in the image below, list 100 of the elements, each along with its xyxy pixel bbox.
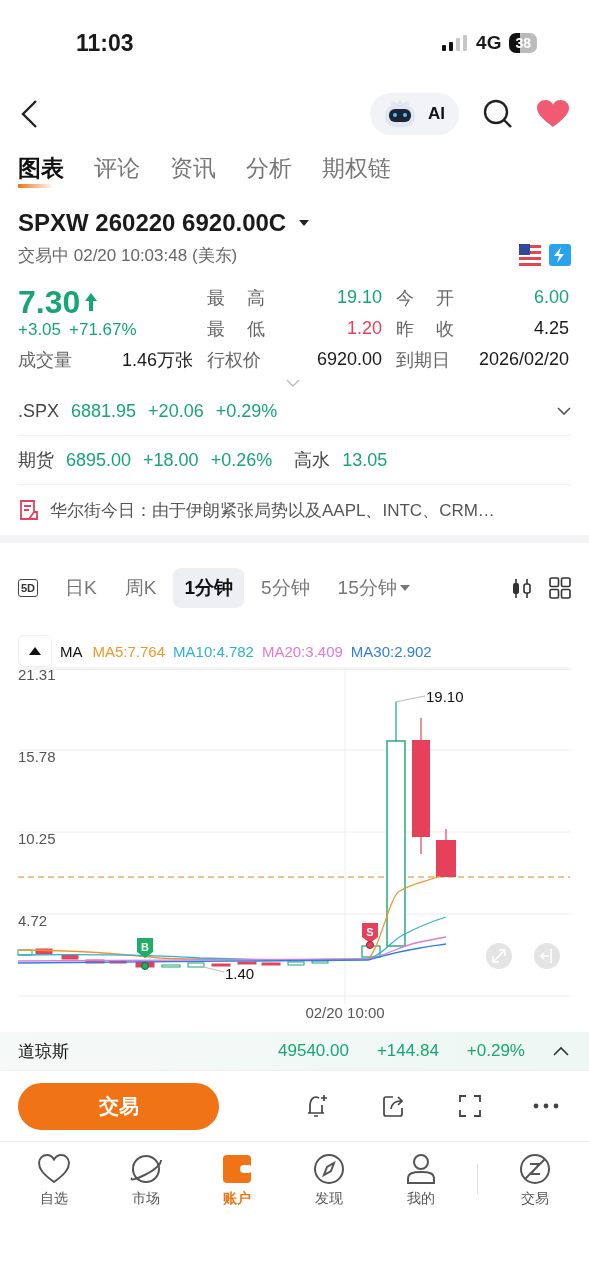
leader-line: [394, 695, 426, 703]
index-name: 道琼斯: [18, 1040, 69, 1063]
stat-value: 1.46万张: [121, 348, 193, 372]
planet-icon: [128, 1152, 163, 1186]
us-flag-icon: [519, 244, 541, 266]
last-price: 7.30: [18, 283, 81, 321]
axis-label: 15.78: [18, 748, 56, 765]
level-two-icon: [549, 244, 571, 266]
stat-value: 1.20: [346, 318, 382, 339]
z-coin-icon: [518, 1152, 553, 1186]
stat-value: 4.25: [533, 318, 569, 339]
stat-label: 昨收: [396, 317, 454, 341]
tab-bar-item[interactable]: 我的: [385, 1152, 456, 1208]
index-change: +20.06: [148, 400, 204, 422]
percent-change: +71.67%: [69, 320, 137, 340]
news-headline[interactable]: 华尔街今日：由于伊朗紧张局势以及AAPL、INTC、CRM…: [50, 498, 495, 522]
news-icon: [18, 499, 40, 521]
section-tab[interactable]: 期权链: [322, 152, 391, 188]
robot-icon: [382, 99, 418, 129]
chevron-up-icon[interactable]: [553, 1046, 569, 1056]
stat-label: 最低: [207, 317, 265, 341]
candlestick-icon[interactable]: [511, 577, 533, 599]
ai-button[interactable]: AI: [370, 93, 459, 135]
stat-label: 今开: [396, 286, 454, 310]
index-change: +144.84: [376, 1041, 439, 1061]
candle: [311, 960, 329, 964]
stat-label: 最高: [207, 286, 265, 310]
candle: [287, 961, 305, 966]
axis-label: 4.72: [18, 912, 48, 929]
ma-label: MA: [60, 642, 83, 660]
triangle-up-icon: [29, 647, 41, 655]
chevron-down-icon[interactable]: [557, 407, 571, 415]
signal-icon: [442, 35, 469, 51]
period-tab[interactable]: 日K: [54, 568, 108, 608]
stat-label: 行权价: [207, 348, 261, 372]
ma-value: MA10:4.782: [173, 642, 254, 660]
period-tab[interactable]: 15分钟: [326, 568, 421, 608]
trade-button[interactable]: 交易: [18, 1082, 219, 1130]
ma-value: MA5:7.764: [92, 642, 166, 660]
candle: [161, 964, 181, 968]
stat-value: 6.00: [533, 287, 569, 308]
tab-bar-item[interactable]: 自选: [18, 1152, 89, 1208]
premium-value: 13.05: [342, 449, 388, 471]
up-arrow-icon: [84, 292, 99, 312]
premium-label: 高水: [294, 449, 331, 472]
trading-status: 交易中 02/20 10:03:48 (美东): [18, 244, 238, 267]
futures-price: 6895.00: [66, 449, 132, 471]
index-percent: +0.29%: [215, 400, 278, 422]
status-time: 11:03: [76, 29, 134, 57]
leader-line: [199, 965, 225, 973]
futures-label: 期货: [18, 449, 54, 472]
index-name: .SPX: [18, 400, 60, 422]
tab-bar-item[interactable]: 交易: [500, 1152, 571, 1208]
heart-icon[interactable]: [537, 100, 569, 128]
contract-title: SPXW 260220 6920.00C: [18, 209, 287, 237]
candle: [436, 828, 456, 877]
collapse-button[interactable]: [18, 635, 52, 667]
section-tab[interactable]: 资讯: [170, 152, 216, 188]
index-price: 49540.00: [278, 1041, 349, 1061]
candle: [237, 961, 257, 965]
axis-label: 21.31: [18, 666, 56, 683]
high-label: 19.10: [426, 688, 464, 705]
dropdown-caret-icon[interactable]: [298, 219, 311, 227]
ma-value: MA20:3.409: [261, 642, 343, 660]
more-icon[interactable]: [533, 1103, 559, 1109]
period-tab[interactable]: 1分钟: [173, 568, 244, 608]
candle: [261, 962, 281, 966]
section-tab[interactable]: 分析: [246, 152, 292, 188]
period-tab[interactable]: 周K: [113, 568, 168, 608]
stat-label: 到期日: [396, 348, 450, 372]
candle: [187, 962, 205, 968]
price-change: +3.05: [18, 320, 61, 340]
stat-value: 2026/02/20: [478, 349, 569, 370]
tab-bar-item[interactable]: 市场: [110, 1152, 181, 1208]
period-tab[interactable]: 5分钟: [250, 568, 321, 608]
network-label: 4G: [476, 32, 502, 54]
tab-bar-item[interactable]: 发现: [293, 1152, 364, 1208]
five-day-button[interactable]: 5D: [18, 579, 39, 597]
ma-value: MA30:2.902: [350, 642, 432, 660]
candle: [109, 960, 127, 964]
candle: [61, 954, 79, 960]
compass-icon: [311, 1152, 346, 1186]
candle: [85, 959, 105, 964]
fullscreen-icon[interactable]: [458, 1094, 482, 1118]
search-icon[interactable]: [483, 99, 513, 129]
stat-value: 19.10: [336, 287, 382, 308]
section-tab[interactable]: 评论: [94, 152, 140, 188]
stat-label: 成交量: [18, 348, 72, 372]
candle: [211, 963, 231, 967]
low-label: 1.40: [225, 965, 255, 982]
ticker-bar[interactable]: 道琼斯 49540.00 +144.84 +0.29%: [0, 1032, 589, 1071]
candle: [17, 949, 33, 956]
axis-label: 10.25: [18, 830, 56, 847]
index-percent: +0.29%: [466, 1041, 525, 1061]
tab-bar-item[interactable]: 账户: [202, 1152, 273, 1208]
time-axis-label: 02/20 10:00: [305, 1004, 385, 1021]
back-icon[interactable]: [20, 99, 38, 129]
index-price: 6881.95: [71, 400, 137, 422]
heart-icon: [36, 1152, 71, 1186]
grid-icon[interactable]: [549, 577, 571, 599]
